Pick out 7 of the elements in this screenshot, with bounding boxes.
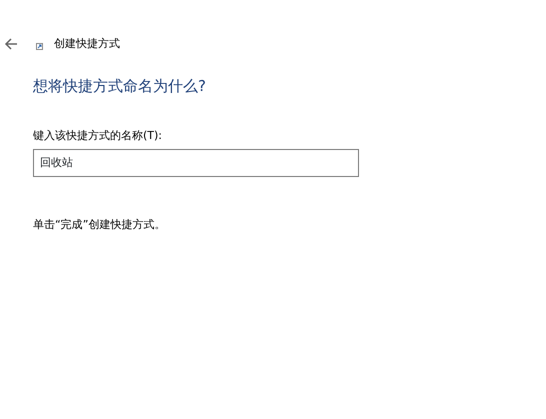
window-title: 创建快捷方式 <box>54 36 120 52</box>
field-label: 键入该快捷方式的名称(T): <box>33 128 164 144</box>
page-heading: 想将快捷方式命名为什么? <box>33 77 207 95</box>
name-input-field[interactable]: 回收站 <box>33 148 359 176</box>
instruction-text: 单击“完成”创建快捷方式。 <box>33 216 166 232</box>
shortcut-icon <box>36 42 43 50</box>
back-button[interactable] <box>4 37 18 51</box>
